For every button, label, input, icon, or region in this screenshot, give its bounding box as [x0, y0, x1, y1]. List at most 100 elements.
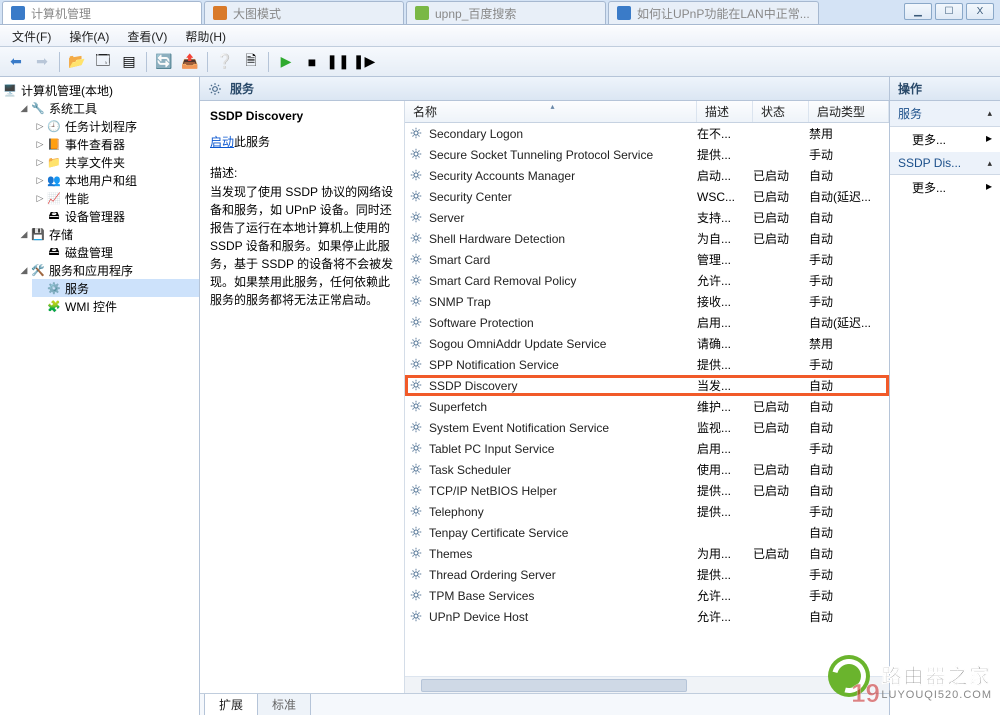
service-row[interactable]: Security Accounts Manager启动...已启动自动 — [405, 165, 889, 186]
expand-icon[interactable]: ▷ — [34, 175, 46, 186]
service-gear-icon — [409, 567, 425, 583]
service-row[interactable]: Software Protection启用...自动(延迟... — [405, 312, 889, 333]
service-gear-icon — [409, 420, 425, 436]
services-list[interactable]: Secondary Logon在不...禁用Secure Socket Tunn… — [405, 123, 889, 676]
service-startup: 自动 — [809, 167, 889, 184]
service-row[interactable]: Security CenterWSC...已启动自动(延迟... — [405, 186, 889, 207]
maximize-button[interactable]: ☐ — [935, 3, 963, 20]
tree-item[interactable]: ▷📙事件查看器 — [32, 135, 199, 153]
expand-icon[interactable]: ▷ — [34, 157, 46, 168]
menu-item[interactable]: 查看(V) — [119, 26, 175, 47]
refresh-button[interactable]: 🔄 — [152, 50, 176, 74]
actions-section-ssdp[interactable]: SSDP Dis...▴ — [890, 152, 1000, 175]
column-name[interactable]: 名称 — [405, 101, 697, 122]
tree-item-label: 磁盘管理 — [65, 244, 113, 261]
expand-icon[interactable]: ▷ — [34, 193, 46, 204]
menu-item[interactable]: 帮助(H) — [177, 26, 234, 47]
service-row[interactable]: SSDP Discovery当发...自动 — [405, 375, 889, 396]
tree-storage[interactable]: ◢ 💾 存储 — [16, 225, 199, 243]
service-name: Smart Card Removal Policy — [429, 274, 697, 288]
actions-header: 操作 — [890, 77, 1000, 101]
service-desc: 提供... — [697, 146, 753, 163]
service-row[interactable]: Superfetch维护...已启动自动 — [405, 396, 889, 417]
tab-extended[interactable]: 扩展 — [204, 694, 258, 715]
menu-item[interactable]: 操作(A) — [61, 26, 117, 47]
tree-system-tools[interactable]: ◢ 🔧 系统工具 — [16, 99, 199, 117]
sheet-button[interactable]: 🗎 — [239, 50, 263, 74]
service-row[interactable]: Themes为用...已启动自动 — [405, 543, 889, 564]
expand-icon[interactable]: ▷ — [34, 139, 46, 150]
service-name: Server — [429, 211, 697, 225]
column-state[interactable]: 状态 — [753, 101, 809, 122]
collapse-icon[interactable]: ◢ — [18, 265, 30, 276]
tree-item[interactable]: 🖴磁盘管理 — [32, 243, 199, 261]
service-gear-icon — [409, 441, 425, 457]
service-row[interactable]: Server支持...已启动自动 — [405, 207, 889, 228]
collapse-icon[interactable]: ◢ — [18, 103, 30, 114]
expand-icon[interactable]: ▷ — [34, 121, 46, 132]
tree-item[interactable]: 🖴设备管理器 — [32, 207, 199, 225]
stop-button[interactable]: ■ — [300, 50, 324, 74]
close-button[interactable]: X — [966, 3, 994, 20]
service-row[interactable]: Shell Hardware Detection为自...已启动自动 — [405, 228, 889, 249]
column-headers[interactable]: 名称 描述 状态 启动类型 — [405, 101, 889, 123]
service-startup: 自动(延迟... — [809, 314, 889, 331]
browser-tab[interactable]: 计算机管理 — [2, 1, 202, 24]
service-gear-icon — [409, 462, 425, 478]
service-startup: 手动 — [809, 503, 889, 520]
pause-button[interactable]: ❚❚ — [326, 50, 350, 74]
browser-tab[interactable]: 大图模式 — [204, 1, 404, 24]
actions-section-services[interactable]: 服务▴ — [890, 101, 1000, 127]
service-startup: 自动 — [809, 419, 889, 436]
column-desc[interactable]: 描述 — [697, 101, 753, 122]
tree-item[interactable]: ▷📁共享文件夹 — [32, 153, 199, 171]
tree-item[interactable]: 🧩WMI 控件 — [32, 297, 199, 315]
service-row[interactable]: Secondary Logon在不...禁用 — [405, 123, 889, 144]
menu-item[interactable]: 文件(F) — [4, 26, 59, 47]
start-service-link[interactable]: 启动 — [210, 135, 234, 149]
service-row[interactable]: Task Scheduler使用...已启动自动 — [405, 459, 889, 480]
service-name: Smart Card — [429, 253, 697, 267]
service-row[interactable]: UPnP Device Host允许...自动 — [405, 606, 889, 627]
tree-item[interactable]: ⚙️服务 — [32, 279, 199, 297]
help-button[interactable]: ❔ — [213, 50, 237, 74]
restart-button[interactable]: ❚▶ — [352, 50, 376, 74]
tab-standard[interactable]: 标准 — [257, 694, 311, 715]
browser-tab[interactable]: 如何让UPnP功能在LAN中正常... — [608, 1, 819, 24]
service-row[interactable]: TCP/IP NetBIOS Helper提供...已启动自动 — [405, 480, 889, 501]
tree-root[interactable]: 🖥️ 计算机管理(本地) — [0, 81, 199, 99]
service-row[interactable]: System Event Notification Service监视...已启… — [405, 417, 889, 438]
detail-button[interactable]: ▤ — [117, 50, 141, 74]
service-gear-icon — [409, 231, 425, 247]
navigation-tree[interactable]: 🖥️ 计算机管理(本地) ◢ 🔧 系统工具 ▷🕘任务计划程序▷📙事件查看器▷📁共… — [0, 77, 200, 715]
export-button[interactable]: 📤 — [178, 50, 202, 74]
service-row[interactable]: SNMP Trap接收...手动 — [405, 291, 889, 312]
tree-item[interactable]: ▷👥本地用户和组 — [32, 171, 199, 189]
tree-item[interactable]: ▷📈性能 — [32, 189, 199, 207]
service-row[interactable]: Thread Ordering Server提供...手动 — [405, 564, 889, 585]
service-row[interactable]: Smart Card Removal Policy允许...手动 — [405, 270, 889, 291]
back-button[interactable]: ⬅ — [4, 50, 28, 74]
props-button[interactable]: 🗔 — [91, 50, 115, 74]
tree-item-label: 共享文件夹 — [65, 154, 125, 171]
forward-button[interactable]: ➡ — [30, 50, 54, 74]
service-row[interactable]: SPP Notification Service提供...手动 — [405, 354, 889, 375]
service-row[interactable]: Tenpay Certificate Service自动 — [405, 522, 889, 543]
play-button[interactable]: ▶ — [274, 50, 298, 74]
service-row[interactable]: Telephony提供...手动 — [405, 501, 889, 522]
actions-more-1[interactable]: 更多...▸ — [890, 127, 1000, 152]
column-startup[interactable]: 启动类型 — [809, 101, 889, 122]
minimize-button[interactable]: ▁ — [904, 3, 932, 20]
service-row[interactable]: Secure Socket Tunneling Protocol Service… — [405, 144, 889, 165]
collapse-icon[interactable]: ◢ — [18, 229, 30, 240]
service-row[interactable]: TPM Base Services允许...手动 — [405, 585, 889, 606]
tree-services-apps[interactable]: ◢ 🛠️ 服务和应用程序 — [16, 261, 199, 279]
service-row[interactable]: Smart Card管理...手动 — [405, 249, 889, 270]
horizontal-scrollbar[interactable] — [405, 676, 889, 693]
actions-more-2[interactable]: 更多...▸ — [890, 175, 1000, 200]
tree-item[interactable]: ▷🕘任务计划程序 — [32, 117, 199, 135]
browser-tab[interactable]: upnp_百度搜索 — [406, 1, 606, 24]
folder-button[interactable]: 📂 — [65, 50, 89, 74]
service-row[interactable]: Tablet PC Input Service启用...手动 — [405, 438, 889, 459]
service-row[interactable]: Sogou OmniAddr Update Service请确...禁用 — [405, 333, 889, 354]
